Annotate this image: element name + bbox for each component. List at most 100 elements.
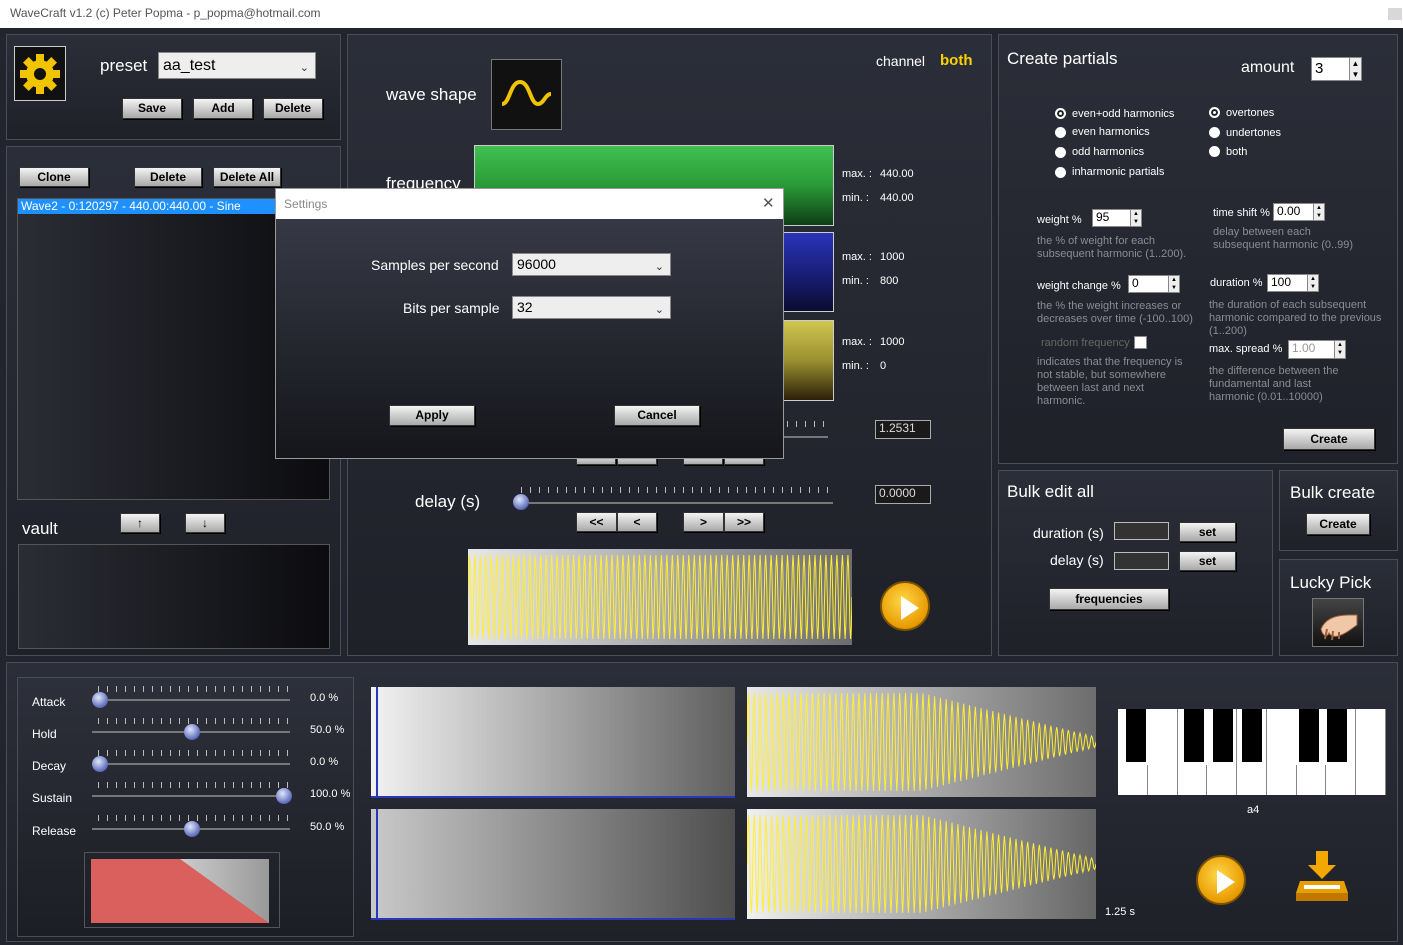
clone-button[interactable]: Clone [19,167,89,187]
freq-max-value: 440.00 [880,168,914,180]
freq-min-label: min. : [842,192,869,204]
weightchange-value: 0 [1132,276,1139,290]
preset-select[interactable]: aa_test ⌄ [158,52,316,79]
envelope-slider-knob[interactable] [92,756,108,772]
bulk-delay-set-button[interactable]: set [1179,551,1236,571]
black-key[interactable] [1210,709,1236,765]
waveform-top [746,687,1097,797]
samples-per-second-select[interactable]: 96000 ⌄ [512,253,671,276]
envelope-slider[interactable] [92,795,290,797]
bulk-duration-input[interactable] [1114,522,1169,540]
timeshift-input[interactable]: 0.00 ▲ ▼ [1273,203,1325,221]
option-even: even harmonics [1072,126,1150,138]
radio-both[interactable] [1209,146,1220,157]
download-button[interactable] [1294,849,1350,905]
bulk-duration-label: duration (s) [1033,525,1104,541]
duration-slider-ticks [778,421,828,427]
minimize-button[interactable] [1388,8,1402,20]
white-key[interactable] [1148,709,1178,795]
play-button[interactable] [880,581,930,631]
lucky-pick-button[interactable] [1312,598,1364,647]
delete-wave-button[interactable]: Delete [134,167,202,187]
weight-input[interactable]: 95 ▲ ▼ [1092,209,1142,227]
bits-per-sample-select[interactable]: 32 ⌄ [512,296,671,319]
spectrum-view-bottom[interactable] [371,809,735,920]
apply-button[interactable]: Apply [389,405,475,426]
black-key[interactable] [1123,709,1149,765]
envelope-slider[interactable] [92,699,290,701]
envelope-slider-knob[interactable] [276,788,292,804]
radio-odd[interactable] [1055,147,1066,158]
option-inharmonic: inharmonic partials [1072,166,1165,178]
save-button[interactable]: Save [122,98,182,119]
radio-even[interactable] [1055,127,1066,138]
partials-panel: Create partials amount 3 ▲ ▼ even+odd har… [998,34,1398,464]
black-key[interactable] [1239,709,1265,765]
envelope-graph [91,859,269,923]
duration-value[interactable]: 1.2531 [875,420,931,439]
title-bar: WaveCraft v1.2 (c) Peter Popma - p_popma… [0,0,1403,28]
envelope-slider-knob[interactable] [184,821,200,837]
weightchange-input[interactable]: 0 ▲ ▼ [1128,275,1180,293]
envelope-slider-knob[interactable] [184,724,200,740]
spectrum-view-top[interactable] [371,687,735,798]
bulk-edit-title: Bulk edit all [1007,482,1094,501]
bulk-frequencies-button[interactable]: frequencies [1049,588,1169,610]
chevron-down-icon: ⌄ [299,62,309,74]
bulk-delay-input[interactable] [1114,552,1169,570]
black-key[interactable] [1181,709,1207,765]
white-key[interactable] [1267,709,1297,795]
duration-pct-input[interactable]: 100 ▲ ▼ [1267,274,1319,292]
play-envelope-button[interactable] [1196,855,1246,905]
spread-input[interactable]: 1.00 ▲ ▼ [1288,340,1346,359]
weight-spinner[interactable]: ▲ ▼ [1130,210,1141,226]
piano-keyboard[interactable] [1118,709,1386,795]
timeshift-spinner[interactable]: ▲ ▼ [1313,204,1324,220]
delay-value[interactable]: 0.0000 [875,485,931,504]
cancel-button[interactable]: Cancel [614,405,700,426]
partials-title: Create partials [1007,49,1118,68]
weightchange-spinner[interactable]: ▲ ▼ [1168,276,1179,292]
envelope-slider[interactable] [92,763,290,765]
hand-icon [1320,614,1358,641]
black-key[interactable] [1296,709,1322,765]
amount-spinner[interactable]: ▲ ▼ [1349,58,1361,80]
bulk-create-button[interactable]: Create [1306,513,1370,535]
duration-slider[interactable] [778,436,828,438]
delay-back-button[interactable]: < [617,512,657,532]
radio-even-odd[interactable] [1055,108,1066,119]
radio-inharmonic[interactable] [1055,167,1066,178]
black-key[interactable] [1324,709,1350,765]
gear-icon [20,54,60,94]
envelope-label: Decay [32,759,67,773]
spread-spinner[interactable]: ▲ ▼ [1334,341,1345,358]
add-button[interactable]: Add [193,98,253,119]
move-up-button[interactable]: ↑ [120,513,160,533]
envelope-label: Sustain [32,791,73,805]
delete-preset-button[interactable]: Delete [263,98,323,119]
bulk-duration-set-button[interactable]: set [1179,522,1236,542]
channel-value[interactable]: both [940,52,972,69]
random-frequency-label: random frequency [1041,337,1130,349]
delay-forward-button[interactable]: > [683,512,724,532]
white-key[interactable] [1356,709,1386,795]
move-down-button[interactable]: ↓ [185,513,225,533]
wave-shape-button[interactable] [491,59,562,130]
delay-slider[interactable] [521,502,833,504]
envelope-slider-knob[interactable] [92,692,108,708]
amount-input[interactable]: 3 ▲ ▼ [1311,57,1362,81]
delay-fast-back-button[interactable]: << [576,512,617,532]
freq-min-value: 440.00 [880,192,914,204]
settings-button[interactable] [14,46,66,101]
vault-list[interactable] [18,544,330,649]
create-partials-button[interactable]: Create [1283,428,1375,450]
spread-label: max. spread % [1209,343,1283,355]
delete-all-button[interactable]: Delete All [213,167,281,187]
duration-pct-spinner[interactable]: ▲ ▼ [1307,275,1318,291]
delay-slider-knob[interactable] [513,494,529,510]
close-icon[interactable]: ✕ [762,194,775,212]
random-frequency-checkbox[interactable] [1134,336,1147,349]
delay-fast-forward-button[interactable]: >> [724,512,764,532]
radio-overtones[interactable] [1209,107,1220,118]
radio-undertones[interactable] [1209,127,1220,138]
